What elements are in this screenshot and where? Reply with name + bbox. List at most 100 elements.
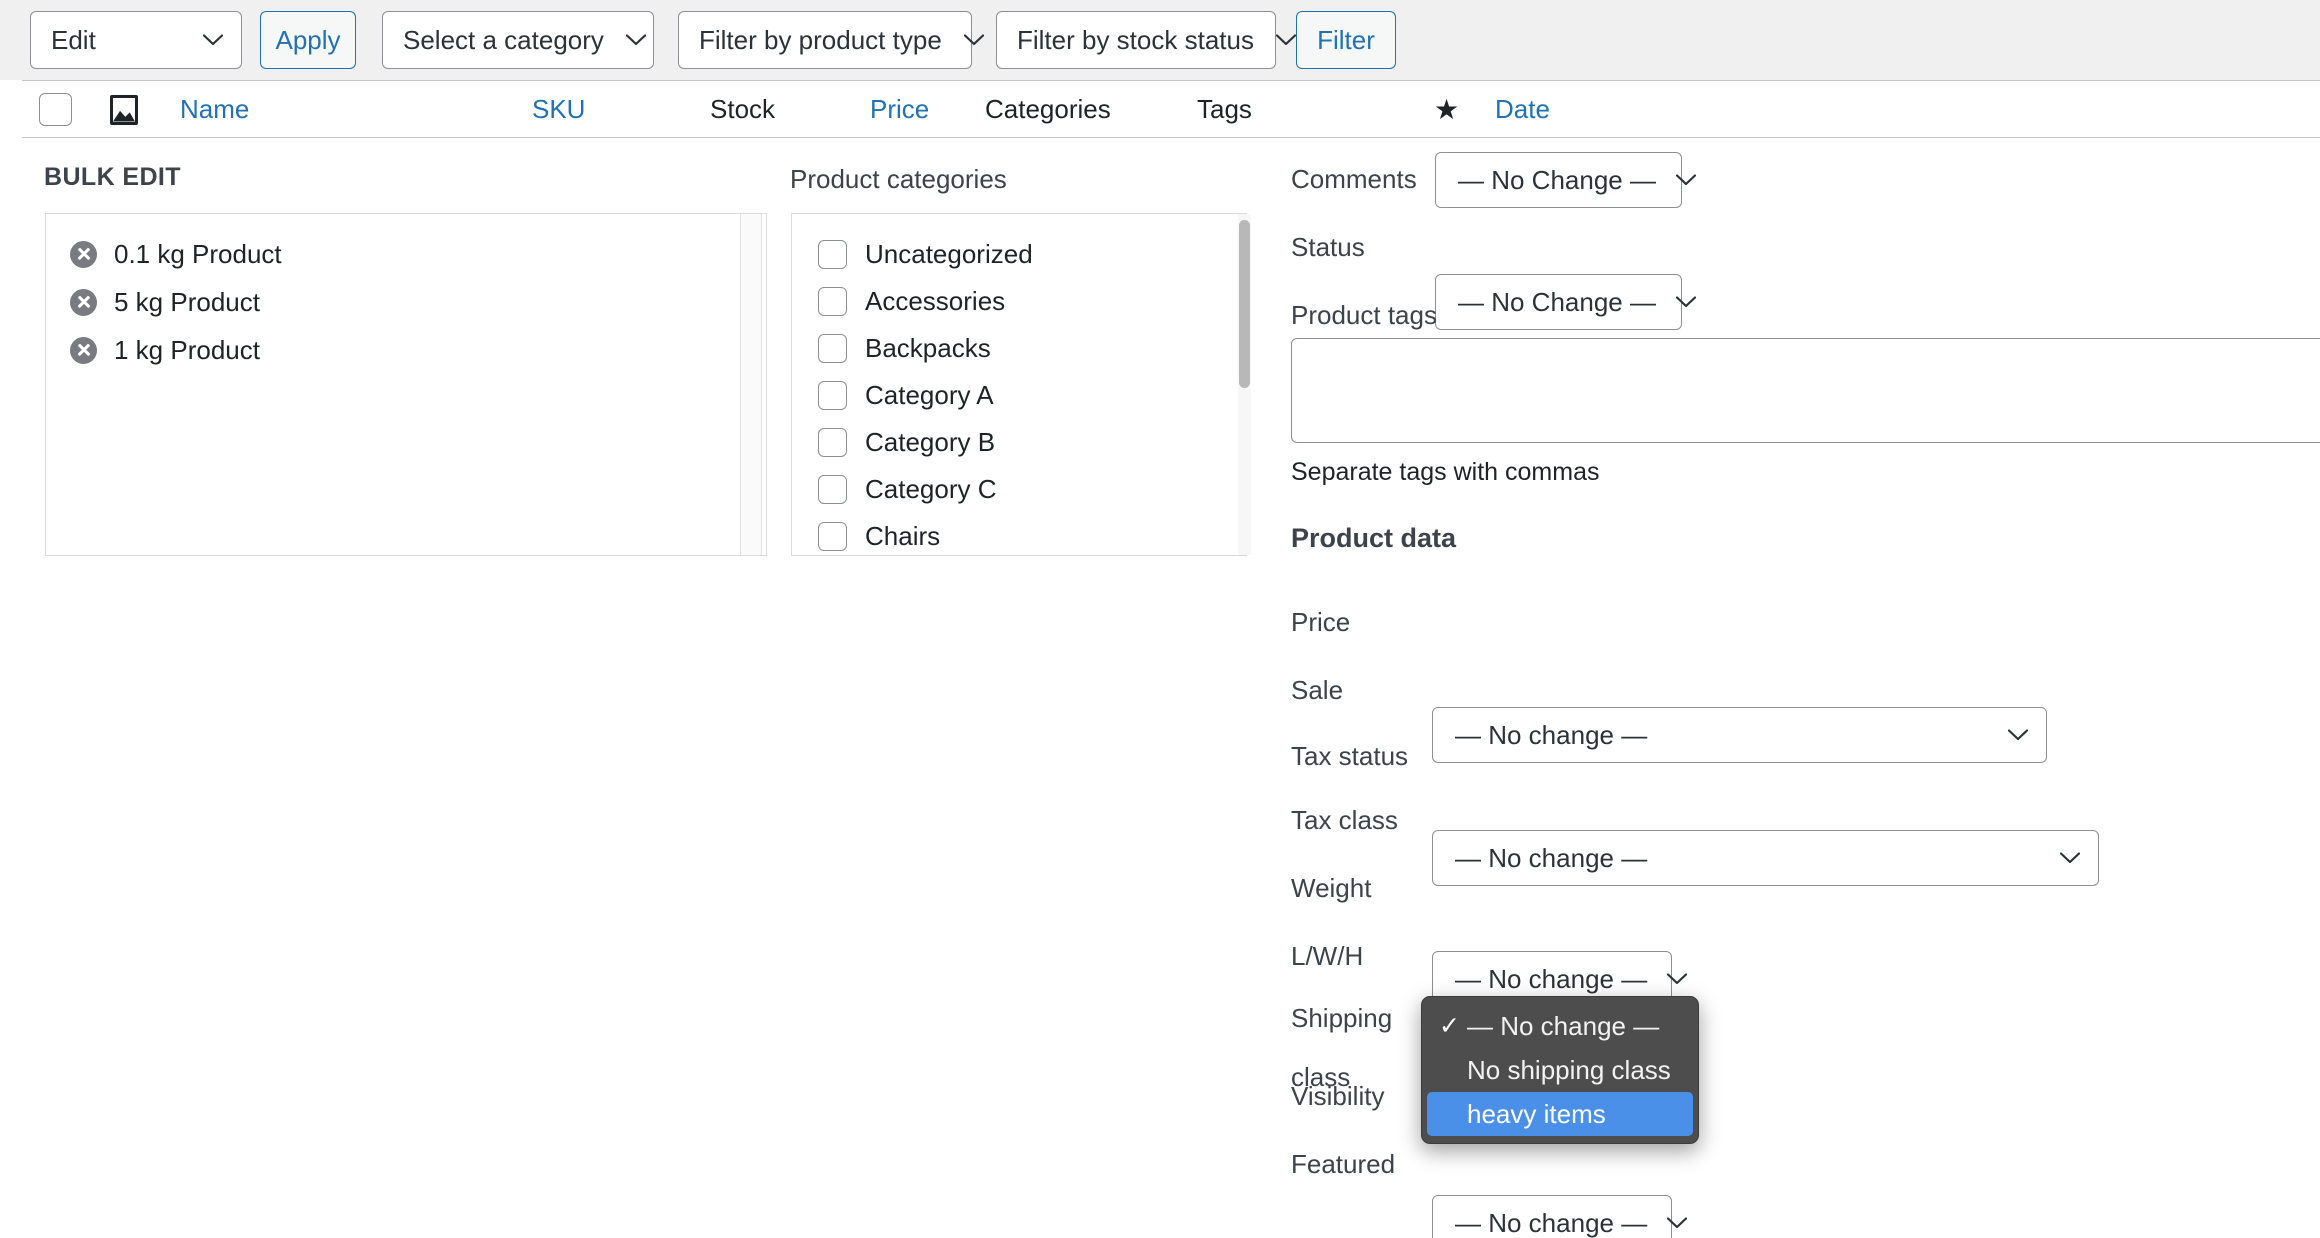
product-name: 0.1 kg Product xyxy=(114,238,282,269)
list-item: Accessories xyxy=(792,278,1246,325)
shipping-class-dropdown-popup: ✓ — No change — No shipping class heavy … xyxy=(1421,996,1699,1144)
select-all-checkbox[interactable] xyxy=(39,93,72,126)
product-name: 5 kg Product xyxy=(114,286,260,317)
category-label: Category B xyxy=(865,427,996,457)
chevron-down-icon xyxy=(1656,296,1696,308)
star-icon: ★ xyxy=(1434,93,1460,125)
column-header-price[interactable]: Price xyxy=(870,81,929,138)
column-header-stock[interactable]: Stock xyxy=(710,81,775,138)
category-label: Category A xyxy=(865,380,994,410)
dropdown-option-no-shipping-class[interactable]: No shipping class xyxy=(1427,1048,1693,1092)
status-select[interactable]: — No Change — xyxy=(1435,274,1696,330)
weight-value: — No change — xyxy=(1455,1208,1648,1238)
list-item: Backpacks xyxy=(792,325,1246,372)
column-header-name[interactable]: Name xyxy=(180,81,249,138)
column-header-tags[interactable]: Tags xyxy=(1197,81,1252,138)
chevron-down-icon xyxy=(604,34,646,46)
categories-scrollbar-thumb[interactable] xyxy=(1239,220,1250,388)
list-item: 1 kg Product xyxy=(46,326,766,374)
bulk-action-value: Edit xyxy=(51,25,96,55)
sale-label: Sale xyxy=(1291,675,1344,705)
apply-button[interactable]: Apply xyxy=(260,11,356,69)
category-checkbox[interactable] xyxy=(818,428,847,457)
comments-select[interactable]: — No Change — xyxy=(1435,152,1696,208)
check-icon: ✓ xyxy=(1439,1012,1460,1040)
dropdown-option-heavy-items[interactable]: heavy items xyxy=(1427,1092,1693,1136)
comments-label: Comments xyxy=(1291,164,1417,194)
sale-select[interactable]: — No change — xyxy=(1432,830,2099,886)
column-header-image xyxy=(110,81,138,138)
weight-select[interactable]: — No change — xyxy=(1432,1195,1688,1238)
column-header-sku[interactable]: SKU xyxy=(532,81,585,138)
price-value: — No change — xyxy=(1455,720,1648,750)
remove-icon[interactable] xyxy=(70,288,97,316)
category-filter-value: Select a category xyxy=(403,25,604,55)
tax-status-label: Tax status xyxy=(1291,741,1409,771)
column-header-date[interactable]: Date xyxy=(1495,81,1550,138)
category-label: Uncategorized xyxy=(865,239,1033,269)
dropdown-option-label: heavy items xyxy=(1467,1098,1606,1129)
product-tags-label: Product tags xyxy=(1291,300,1437,330)
remove-icon[interactable] xyxy=(70,240,97,268)
remove-icon[interactable] xyxy=(70,336,97,364)
price-label: Price xyxy=(1291,607,1351,637)
product-data-heading: Product data xyxy=(1291,523,1457,553)
comments-value: — No Change — xyxy=(1458,165,1656,195)
category-checkbox[interactable] xyxy=(818,334,847,363)
chevron-down-icon xyxy=(942,34,984,46)
featured-label: Featured xyxy=(1291,1149,1396,1179)
category-checkbox[interactable] xyxy=(818,240,847,269)
category-label: Accessories xyxy=(865,286,1006,316)
visibility-label: Visibility xyxy=(1291,1081,1385,1111)
category-label: Chairs xyxy=(865,521,941,551)
bulk-edit-title: BULK EDIT xyxy=(44,163,181,191)
status-label: Status xyxy=(1291,232,1365,262)
weight-label: Weight xyxy=(1291,873,1372,903)
stock-status-filter-select[interactable]: Filter by stock status xyxy=(996,11,1296,69)
product-type-filter-select[interactable]: Filter by product type xyxy=(678,11,984,69)
dropdown-option-no-change[interactable]: ✓ — No change — xyxy=(1427,1004,1693,1048)
category-checkbox[interactable] xyxy=(818,381,847,410)
sale-value: — No change — xyxy=(1455,843,1648,873)
shipping-class-label-line1: Shipping xyxy=(1291,1003,1393,1033)
lwh-label: L/W/H xyxy=(1291,941,1364,971)
bulk-actions-toolbar: Edit Apply Select a category Filter by p… xyxy=(0,0,2320,80)
list-item: 0.1 kg Product xyxy=(46,230,766,278)
column-header-featured[interactable]: ★ xyxy=(1434,81,1459,138)
chevron-down-icon xyxy=(1647,1217,1688,1229)
status-value: — No Change — xyxy=(1458,287,1656,317)
price-select[interactable]: — No change — xyxy=(1432,707,2047,763)
product-tags-hint: Separate tags with commas xyxy=(1291,458,1600,486)
list-item: Category A xyxy=(792,372,1246,419)
chevron-down-icon xyxy=(181,34,223,46)
product-tags-textarea[interactable] xyxy=(1291,338,2320,443)
tax-status-value: — No change — xyxy=(1455,964,1648,994)
dropdown-option-label: No shipping class xyxy=(1467,1054,1671,1085)
products-table-header: Name SKU Stock Price Categories Tags ★ D… xyxy=(22,80,2320,138)
select-all-checkbox-cell xyxy=(39,81,72,138)
column-header-categories[interactable]: Categories xyxy=(985,81,1111,138)
chevron-down-icon xyxy=(1988,729,2028,741)
category-label: Category C xyxy=(865,474,997,504)
category-label: Backpacks xyxy=(865,333,991,363)
bulk-action-select[interactable]: Edit xyxy=(30,11,242,69)
dropdown-option-label: — No change — xyxy=(1467,1010,1660,1041)
product-categories-list: Uncategorized Accessories Backpacks Cate… xyxy=(791,213,1247,556)
chevron-down-icon xyxy=(1254,34,1296,46)
chevron-down-icon xyxy=(1647,973,1688,985)
list-item: Uncategorized xyxy=(792,231,1246,278)
products-list-scroll-gutter[interactable] xyxy=(740,214,762,555)
chevron-down-icon xyxy=(1656,174,1696,186)
category-checkbox[interactable] xyxy=(818,287,847,316)
stock-status-filter-value: Filter by stock status xyxy=(1017,25,1254,55)
category-filter-select[interactable]: Select a category xyxy=(382,11,654,69)
product-name: 1 kg Product xyxy=(114,334,260,365)
product-type-filter-value: Filter by product type xyxy=(699,25,942,55)
list-item: Chairs xyxy=(792,513,1246,555)
filter-button[interactable]: Filter xyxy=(1296,11,1396,69)
category-checkbox[interactable] xyxy=(818,522,847,551)
list-item: 5 kg Product xyxy=(46,278,766,326)
category-checkbox[interactable] xyxy=(818,475,847,504)
chevron-down-icon xyxy=(2040,852,2080,864)
list-item: Category B xyxy=(792,419,1246,466)
